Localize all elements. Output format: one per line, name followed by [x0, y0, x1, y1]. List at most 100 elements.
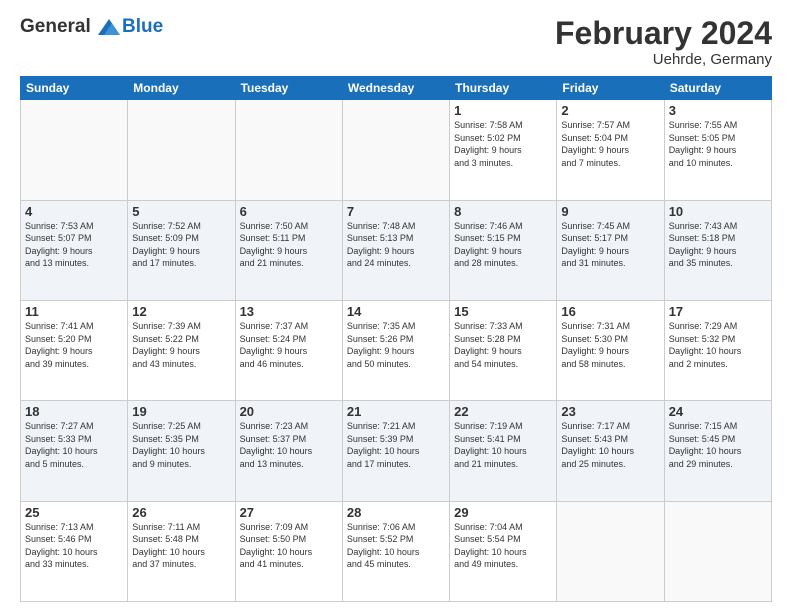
day-info: Sunrise: 7:43 AM Sunset: 5:18 PM Dayligh… — [669, 220, 767, 270]
calendar-cell: 26Sunrise: 7:11 AM Sunset: 5:48 PM Dayli… — [128, 501, 235, 601]
calendar-cell — [21, 100, 128, 200]
calendar-cell: 4Sunrise: 7:53 AM Sunset: 5:07 PM Daylig… — [21, 200, 128, 300]
day-info: Sunrise: 7:57 AM Sunset: 5:04 PM Dayligh… — [561, 119, 659, 169]
calendar-week-row: 4Sunrise: 7:53 AM Sunset: 5:07 PM Daylig… — [21, 200, 772, 300]
day-info: Sunrise: 7:45 AM Sunset: 5:17 PM Dayligh… — [561, 220, 659, 270]
day-number: 24 — [669, 404, 767, 419]
day-info: Sunrise: 7:19 AM Sunset: 5:41 PM Dayligh… — [454, 420, 552, 470]
header-thursday: Thursday — [450, 77, 557, 100]
calendar-cell: 6Sunrise: 7:50 AM Sunset: 5:11 PM Daylig… — [235, 200, 342, 300]
day-number: 7 — [347, 204, 445, 219]
calendar-cell: 21Sunrise: 7:21 AM Sunset: 5:39 PM Dayli… — [342, 401, 449, 501]
calendar-cell: 23Sunrise: 7:17 AM Sunset: 5:43 PM Dayli… — [557, 401, 664, 501]
calendar-cell: 27Sunrise: 7:09 AM Sunset: 5:50 PM Dayli… — [235, 501, 342, 601]
day-info: Sunrise: 7:35 AM Sunset: 5:26 PM Dayligh… — [347, 320, 445, 370]
day-info: Sunrise: 7:50 AM Sunset: 5:11 PM Dayligh… — [240, 220, 338, 270]
day-number: 15 — [454, 304, 552, 319]
day-number: 29 — [454, 505, 552, 520]
day-info: Sunrise: 7:21 AM Sunset: 5:39 PM Dayligh… — [347, 420, 445, 470]
day-number: 8 — [454, 204, 552, 219]
day-info: Sunrise: 7:04 AM Sunset: 5:54 PM Dayligh… — [454, 521, 552, 571]
day-number: 19 — [132, 404, 230, 419]
day-info: Sunrise: 7:27 AM Sunset: 5:33 PM Dayligh… — [25, 420, 123, 470]
day-number: 23 — [561, 404, 659, 419]
day-number: 1 — [454, 103, 552, 118]
calendar-cell: 12Sunrise: 7:39 AM Sunset: 5:22 PM Dayli… — [128, 300, 235, 400]
calendar-cell: 24Sunrise: 7:15 AM Sunset: 5:45 PM Dayli… — [664, 401, 771, 501]
day-number: 21 — [347, 404, 445, 419]
calendar-table: Sunday Monday Tuesday Wednesday Thursday… — [20, 76, 772, 602]
calendar-week-row: 1Sunrise: 7:58 AM Sunset: 5:02 PM Daylig… — [21, 100, 772, 200]
day-number: 17 — [669, 304, 767, 319]
header-friday: Friday — [557, 77, 664, 100]
day-info: Sunrise: 7:58 AM Sunset: 5:02 PM Dayligh… — [454, 119, 552, 169]
day-number: 28 — [347, 505, 445, 520]
calendar-week-row: 11Sunrise: 7:41 AM Sunset: 5:20 PM Dayli… — [21, 300, 772, 400]
calendar-cell: 10Sunrise: 7:43 AM Sunset: 5:18 PM Dayli… — [664, 200, 771, 300]
calendar-cell — [557, 501, 664, 601]
calendar-week-row: 18Sunrise: 7:27 AM Sunset: 5:33 PM Dayli… — [21, 401, 772, 501]
logo: General Blue — [20, 16, 163, 38]
day-number: 2 — [561, 103, 659, 118]
day-info: Sunrise: 7:53 AM Sunset: 5:07 PM Dayligh… — [25, 220, 123, 270]
day-number: 4 — [25, 204, 123, 219]
calendar-cell — [235, 100, 342, 200]
day-number: 16 — [561, 304, 659, 319]
logo-blue: Blue — [122, 16, 163, 38]
calendar-cell: 20Sunrise: 7:23 AM Sunset: 5:37 PM Dayli… — [235, 401, 342, 501]
day-info: Sunrise: 7:31 AM Sunset: 5:30 PM Dayligh… — [561, 320, 659, 370]
calendar-cell: 7Sunrise: 7:48 AM Sunset: 5:13 PM Daylig… — [342, 200, 449, 300]
title-block: February 2024 Uehrde, Germany — [555, 16, 772, 68]
calendar-cell: 17Sunrise: 7:29 AM Sunset: 5:32 PM Dayli… — [664, 300, 771, 400]
day-number: 10 — [669, 204, 767, 219]
day-info: Sunrise: 7:46 AM Sunset: 5:15 PM Dayligh… — [454, 220, 552, 270]
calendar-cell: 3Sunrise: 7:55 AM Sunset: 5:05 PM Daylig… — [664, 100, 771, 200]
header-wednesday: Wednesday — [342, 77, 449, 100]
day-info: Sunrise: 7:25 AM Sunset: 5:35 PM Dayligh… — [132, 420, 230, 470]
calendar-cell: 1Sunrise: 7:58 AM Sunset: 5:02 PM Daylig… — [450, 100, 557, 200]
day-info: Sunrise: 7:55 AM Sunset: 5:05 PM Dayligh… — [669, 119, 767, 169]
day-info: Sunrise: 7:11 AM Sunset: 5:48 PM Dayligh… — [132, 521, 230, 571]
calendar-cell: 22Sunrise: 7:19 AM Sunset: 5:41 PM Dayli… — [450, 401, 557, 501]
day-number: 3 — [669, 103, 767, 118]
day-info: Sunrise: 7:52 AM Sunset: 5:09 PM Dayligh… — [132, 220, 230, 270]
calendar-cell — [342, 100, 449, 200]
calendar-cell: 11Sunrise: 7:41 AM Sunset: 5:20 PM Dayli… — [21, 300, 128, 400]
day-number: 9 — [561, 204, 659, 219]
day-info: Sunrise: 7:09 AM Sunset: 5:50 PM Dayligh… — [240, 521, 338, 571]
day-number: 11 — [25, 304, 123, 319]
calendar-cell: 15Sunrise: 7:33 AM Sunset: 5:28 PM Dayli… — [450, 300, 557, 400]
day-number: 25 — [25, 505, 123, 520]
day-info: Sunrise: 7:41 AM Sunset: 5:20 PM Dayligh… — [25, 320, 123, 370]
calendar-cell: 2Sunrise: 7:57 AM Sunset: 5:04 PM Daylig… — [557, 100, 664, 200]
day-number: 22 — [454, 404, 552, 419]
calendar-cell: 25Sunrise: 7:13 AM Sunset: 5:46 PM Dayli… — [21, 501, 128, 601]
day-number: 12 — [132, 304, 230, 319]
calendar-cell: 19Sunrise: 7:25 AM Sunset: 5:35 PM Dayli… — [128, 401, 235, 501]
day-info: Sunrise: 7:29 AM Sunset: 5:32 PM Dayligh… — [669, 320, 767, 370]
day-number: 20 — [240, 404, 338, 419]
header-sunday: Sunday — [21, 77, 128, 100]
header-saturday: Saturday — [664, 77, 771, 100]
day-number: 13 — [240, 304, 338, 319]
day-info: Sunrise: 7:17 AM Sunset: 5:43 PM Dayligh… — [561, 420, 659, 470]
page: General Blue February 2024 Uehrde, Germa… — [0, 0, 792, 612]
header: General Blue February 2024 Uehrde, Germa… — [20, 16, 772, 68]
day-info: Sunrise: 7:06 AM Sunset: 5:52 PM Dayligh… — [347, 521, 445, 571]
day-number: 6 — [240, 204, 338, 219]
calendar-cell: 28Sunrise: 7:06 AM Sunset: 5:52 PM Dayli… — [342, 501, 449, 601]
calendar-cell: 14Sunrise: 7:35 AM Sunset: 5:26 PM Dayli… — [342, 300, 449, 400]
calendar-cell: 5Sunrise: 7:52 AM Sunset: 5:09 PM Daylig… — [128, 200, 235, 300]
day-number: 14 — [347, 304, 445, 319]
day-number: 27 — [240, 505, 338, 520]
header-tuesday: Tuesday — [235, 77, 342, 100]
calendar-cell: 29Sunrise: 7:04 AM Sunset: 5:54 PM Dayli… — [450, 501, 557, 601]
calendar-subtitle: Uehrde, Germany — [555, 51, 772, 68]
logo-icon — [98, 19, 120, 35]
calendar-cell: 8Sunrise: 7:46 AM Sunset: 5:15 PM Daylig… — [450, 200, 557, 300]
calendar-cell: 18Sunrise: 7:27 AM Sunset: 5:33 PM Dayli… — [21, 401, 128, 501]
day-number: 5 — [132, 204, 230, 219]
day-info: Sunrise: 7:15 AM Sunset: 5:45 PM Dayligh… — [669, 420, 767, 470]
calendar-cell: 16Sunrise: 7:31 AM Sunset: 5:30 PM Dayli… — [557, 300, 664, 400]
day-info: Sunrise: 7:23 AM Sunset: 5:37 PM Dayligh… — [240, 420, 338, 470]
